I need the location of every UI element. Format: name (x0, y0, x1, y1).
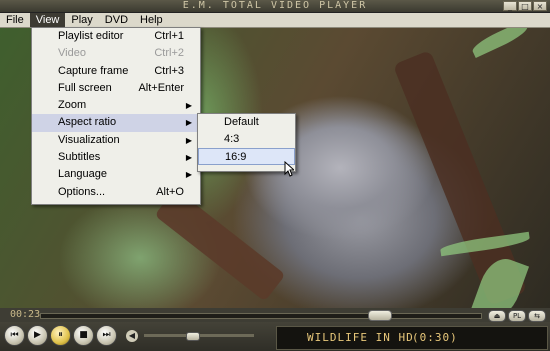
close-button[interactable]: × (533, 1, 547, 11)
menu-bar: File View Play DVD Help (0, 13, 550, 28)
menu-item-capture-frame[interactable]: Capture frame Ctrl+3 (32, 63, 200, 80)
speaker-icon[interactable]: ◀ (126, 330, 138, 342)
aspect-ratio-submenu: Default 4:3 16:9 (197, 113, 296, 172)
menu-item-options[interactable]: Options... Alt+O (32, 184, 200, 201)
maximize-button[interactable]: □ (518, 1, 532, 11)
menu-item-subtitles[interactable]: Subtitles ▶ (32, 149, 200, 166)
aspect-16-9[interactable]: 16:9 (198, 148, 295, 165)
menu-item-playlist-editor[interactable]: Playlist editor Ctrl+1 (32, 28, 200, 45)
view-menu: Playlist editor Ctrl+1 Video Ctrl+2 Captur… (31, 27, 201, 205)
repeat-button[interactable]: ⇆ (528, 310, 546, 322)
minimize-button[interactable]: _ (503, 1, 517, 11)
menu-item-language[interactable]: Language ▶ (32, 166, 200, 183)
video-branch (154, 188, 286, 302)
eject-button[interactable]: ⏏ (488, 310, 506, 322)
seek-bar[interactable] (40, 313, 482, 319)
seek-row: 00:23 ⏏ PL ⇆ (0, 308, 550, 322)
menu-item-aspect-ratio[interactable]: Aspect ratio ▶ (32, 114, 200, 132)
menu-item-visualization[interactable]: Visualization ▶ (32, 132, 200, 149)
menu-item-video: Video Ctrl+2 (58, 47, 184, 60)
submenu-arrow-icon: ▶ (185, 153, 192, 163)
control-panel: 00:23 ⏏ PL ⇆ ⏮ ▶ ⏸ ■ ⏭ ◀ WILDLIFE IN HD … (0, 308, 550, 351)
menu-item-full-screen[interactable]: Full screen Alt+Enter (32, 80, 200, 97)
window-title: E.M. TOTAL VIDEO PLAYER (182, 0, 368, 11)
submenu-arrow-icon: ▶ (185, 118, 192, 128)
track-duration: (0:30) (412, 331, 458, 344)
stop-icon[interactable]: ■ (73, 325, 94, 346)
title-bar: E.M. TOTAL VIDEO PLAYER _ □ × (0, 0, 550, 13)
lcd-display: WILDLIFE IN HD (0:30) (276, 326, 548, 350)
playlist-button[interactable]: PL (508, 310, 526, 322)
aspect-4-3[interactable]: 4:3 (198, 131, 295, 148)
mouse-cursor-icon (284, 161, 294, 177)
menu-dvd[interactable]: DVD (99, 13, 134, 27)
menu-view[interactable]: View (29, 13, 66, 27)
submenu-arrow-icon: ▶ (185, 101, 192, 111)
volume-control: ◀ (126, 330, 266, 342)
time-display: 00:23 (10, 309, 41, 320)
menu-file[interactable]: File (0, 13, 30, 27)
menu-item-zoom[interactable]: Zoom ▶ (32, 97, 200, 114)
menu-help[interactable]: Help (134, 13, 169, 27)
next-icon[interactable]: ⏭ (96, 325, 117, 346)
volume-slider[interactable] (144, 332, 254, 341)
menu-play[interactable]: Play (65, 13, 98, 27)
previous-icon[interactable]: ⏮ (4, 325, 25, 346)
submenu-arrow-icon: ▶ (185, 135, 192, 145)
seek-thumb[interactable] (368, 310, 392, 321)
volume-thumb[interactable] (186, 332, 200, 341)
pause-icon[interactable]: ⏸ (50, 325, 71, 346)
track-name: WILDLIFE IN HD (307, 331, 414, 344)
play-icon[interactable]: ▶ (27, 325, 48, 346)
submenu-arrow-icon: ▶ (185, 170, 192, 180)
video-leaf (469, 28, 531, 59)
aspect-default[interactable]: Default (198, 114, 295, 131)
